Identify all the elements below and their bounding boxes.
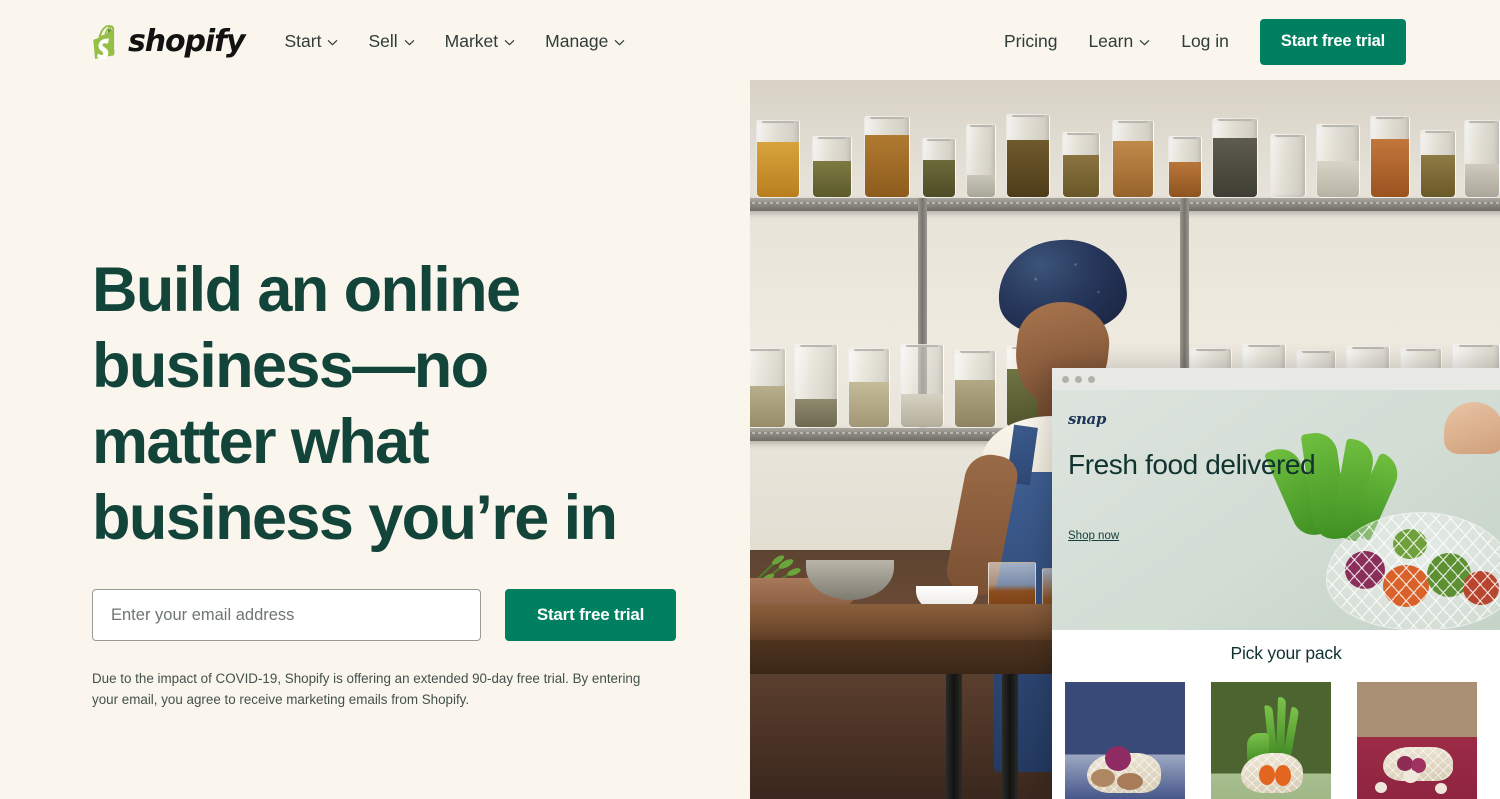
pack-card-crimson[interactable] [1357, 682, 1477, 799]
nav-item-market[interactable]: Market [445, 31, 515, 52]
shop-now-link[interactable]: Shop now [1068, 530, 1119, 542]
potato [1117, 773, 1143, 790]
table-leg [1002, 674, 1018, 799]
radish [1403, 770, 1418, 783]
nav-item-sell[interactable]: Sell [368, 31, 414, 52]
mesh-produce-bag [1326, 512, 1500, 630]
trial-disclaimer: Due to the impact of COVID-19, Shopify i… [92, 671, 641, 707]
nav-label: Learn [1088, 31, 1134, 51]
pick-your-pack-title: Pick your pack [1230, 643, 1342, 663]
snap-logo: snap [1068, 410, 1106, 428]
page-title: Build an online business—no matter what … [92, 255, 618, 553]
browser-dot-icon [1075, 375, 1082, 383]
cabbage [1105, 746, 1131, 771]
browser-dot-icon [1062, 375, 1069, 383]
nav-item-start[interactable]: Start [285, 31, 339, 52]
carrot [1275, 765, 1291, 786]
radish [1435, 783, 1447, 794]
nav-label: Start [284, 31, 322, 51]
chevron-down-icon [327, 37, 338, 48]
secondary-nav: Pricing Learn Log in Start free trial [1004, 18, 1406, 65]
shopify-wordmark: shopify [128, 24, 246, 59]
pack-card-green[interactable] [1211, 682, 1331, 799]
nav-item-login[interactable]: Log in [1181, 31, 1229, 52]
browser-dot-icon [1088, 375, 1095, 383]
nav-label: Market [444, 31, 499, 51]
storefront-hero: snap Fresh food delivered Shop now [1052, 390, 1500, 630]
browser-chrome-bar [1052, 368, 1500, 390]
storefront-body: Pick your pack [1052, 630, 1500, 799]
nav-item-manage[interactable]: Manage [545, 31, 625, 52]
chevron-down-icon [1139, 37, 1150, 48]
nav-label: Sell [368, 31, 398, 51]
nav-label: Log in [1181, 31, 1229, 51]
shopify-landing-page: shopify Start Sell Market Manage Pricing… [0, 0, 1500, 799]
email-input[interactable] [92, 589, 481, 641]
primary-nav: Start Sell Market Manage [285, 31, 626, 52]
nav-label: Manage [545, 31, 609, 51]
header-start-free-trial-button[interactable]: Start free trial [1259, 18, 1406, 65]
hero-start-free-trial-button[interactable]: Start free trial [505, 589, 676, 641]
email-signup-form: Start free trial [92, 589, 676, 641]
table-leg [946, 674, 962, 799]
chevron-down-icon [614, 37, 625, 48]
shopify-logo[interactable]: shopify [90, 24, 246, 59]
pack-card-blue[interactable] [1065, 682, 1185, 799]
hero-left-panel: Build an online business—no matter what … [0, 0, 750, 799]
pack-card-list [1065, 682, 1477, 799]
carrot [1259, 765, 1275, 785]
hand [1444, 402, 1500, 454]
nav-item-learn[interactable]: Learn [1088, 31, 1150, 52]
grocery-bag-illustration [1230, 402, 1500, 630]
chevron-down-icon [404, 37, 415, 48]
storefront-mockup: snap Fresh food delivered Shop now Pick … [1052, 368, 1500, 799]
shopify-bag-icon [90, 24, 120, 59]
nav-label: Pricing [1003, 31, 1058, 51]
chevron-down-icon [504, 37, 515, 48]
shelf-board-top [750, 198, 1500, 211]
radish [1375, 782, 1387, 793]
site-header: shopify Start Sell Market Manage Pricing… [0, 0, 1500, 83]
nav-item-pricing[interactable]: Pricing [1004, 31, 1058, 52]
storefront-headline: Fresh food delivered [1068, 449, 1316, 480]
potato [1091, 769, 1115, 787]
